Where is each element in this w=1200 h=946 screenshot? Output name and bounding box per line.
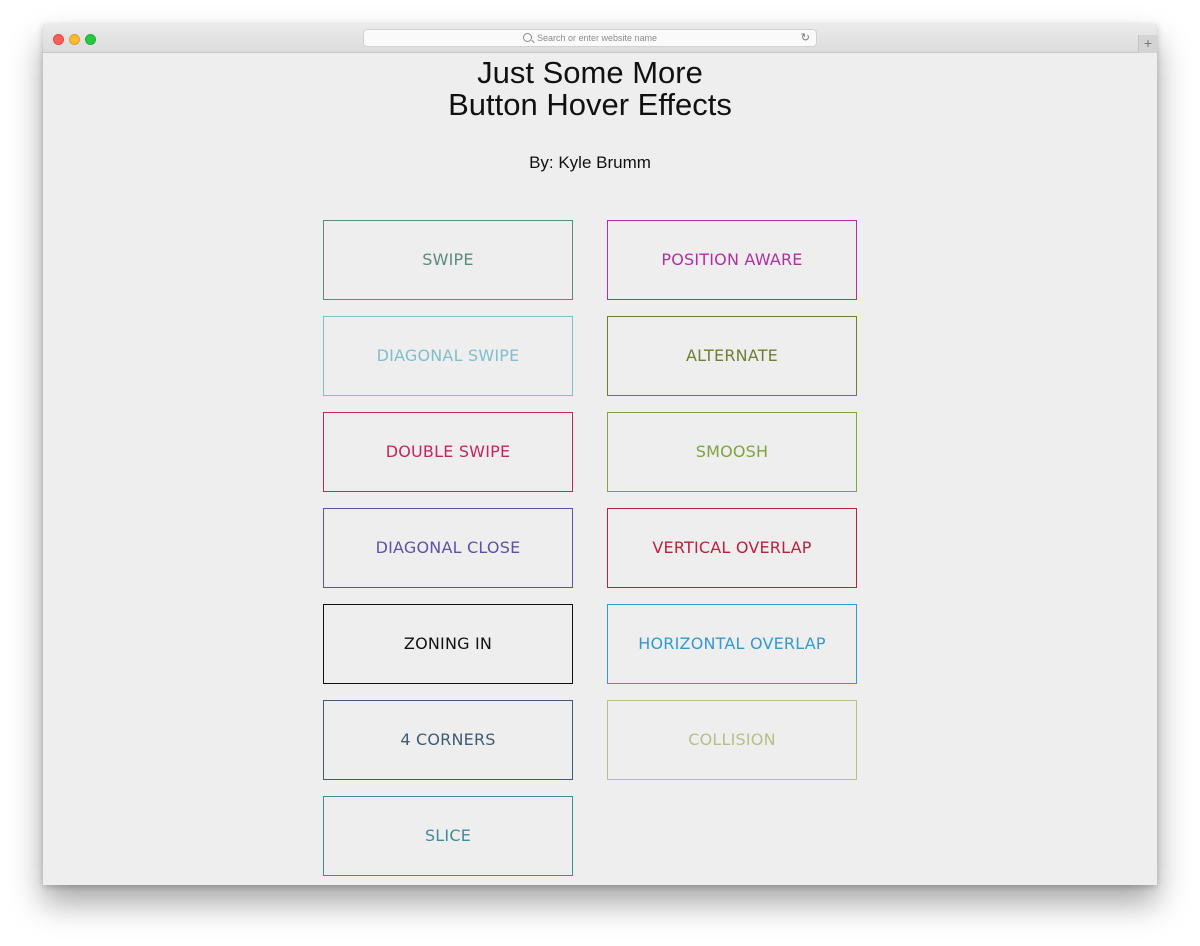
page-title: Just Some More Button Hover Effects bbox=[43, 57, 1137, 121]
address-bar-placeholder: Search or enter website name bbox=[536, 33, 658, 43]
slice-button[interactable]: SLICE bbox=[323, 796, 573, 876]
double-swipe-button[interactable]: DOUBLE SWIPE bbox=[323, 412, 573, 492]
horizontal-overlap-button[interactable]: HORIZONTAL OVERLAP bbox=[607, 604, 857, 684]
page-title-line-2: Button Hover Effects bbox=[448, 87, 732, 122]
alternate-button[interactable]: ALTERNATE bbox=[607, 316, 857, 396]
page-title-line-1: Just Some More bbox=[477, 55, 703, 90]
address-bar[interactable]: Search or enter website name ↻ bbox=[363, 29, 817, 47]
zoning-in-button[interactable]: ZONING IN bbox=[323, 604, 573, 684]
page-content: Just Some More Button Hover Effects By: … bbox=[43, 53, 1157, 885]
author-byline: By: Kyle Brumm bbox=[529, 153, 651, 172]
browser-titlebar: Search or enter website name ↻ + bbox=[43, 24, 1157, 53]
browser-window: Search or enter website name ↻ + Just So… bbox=[43, 24, 1157, 885]
zoom-window-icon[interactable] bbox=[85, 34, 96, 45]
position-aware-button[interactable]: POSITION AWARE bbox=[607, 220, 857, 300]
vertical-overlap-button[interactable]: VERTICAL OVERLAP bbox=[607, 508, 857, 588]
close-window-icon[interactable] bbox=[53, 34, 64, 45]
diagonal-close-button[interactable]: DIAGONAL CLOSE bbox=[323, 508, 573, 588]
search-icon bbox=[522, 33, 532, 42]
swipe-button[interactable]: SWIPE bbox=[323, 220, 573, 300]
new-tab-button[interactable]: + bbox=[1138, 35, 1157, 53]
four-corners-button[interactable]: 4 CORNERS bbox=[323, 700, 573, 780]
smoosh-button[interactable]: SMOOSH bbox=[607, 412, 857, 492]
reload-icon[interactable]: ↻ bbox=[801, 30, 810, 46]
collision-button[interactable]: COLLISION bbox=[607, 700, 857, 780]
minimize-window-icon[interactable] bbox=[69, 34, 80, 45]
diagonal-swipe-button[interactable]: DIAGONAL SWIPE bbox=[323, 316, 573, 396]
